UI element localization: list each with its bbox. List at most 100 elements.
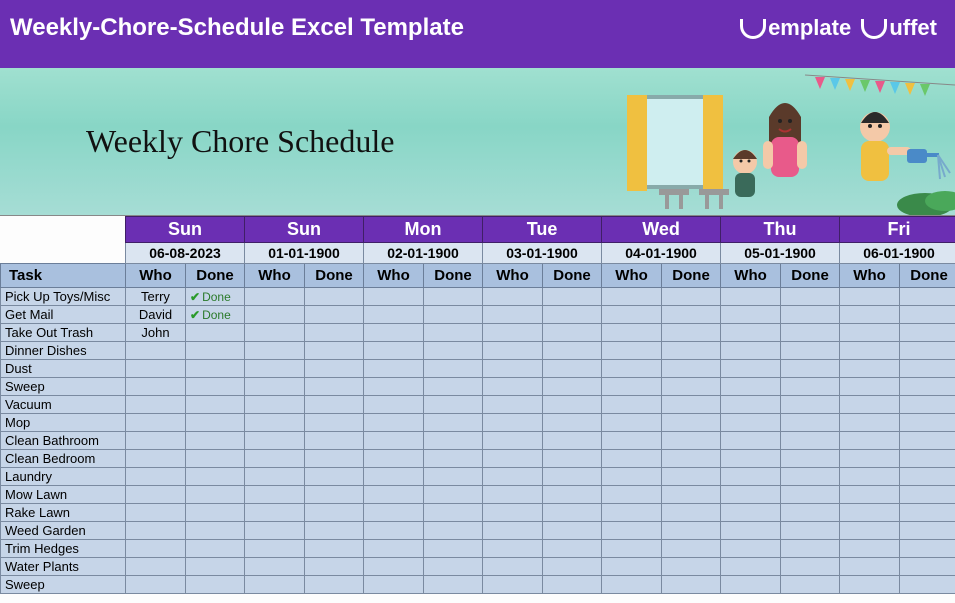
done-cell[interactable] [781, 306, 840, 324]
who-cell[interactable] [483, 342, 543, 360]
done-cell[interactable] [543, 540, 602, 558]
done-cell[interactable] [543, 522, 602, 540]
who-cell[interactable] [840, 288, 900, 306]
who-cell[interactable] [721, 288, 781, 306]
done-cell[interactable] [305, 504, 364, 522]
who-cell[interactable] [602, 288, 662, 306]
done-cell[interactable] [900, 288, 955, 306]
done-cell[interactable] [305, 414, 364, 432]
who-cell[interactable] [602, 558, 662, 576]
done-cell[interactable] [543, 360, 602, 378]
who-cell[interactable] [364, 522, 424, 540]
done-cell[interactable]: ✔Done [186, 288, 245, 306]
done-cell[interactable] [186, 486, 245, 504]
task-name-cell[interactable]: Dust [1, 360, 126, 378]
who-cell[interactable] [602, 342, 662, 360]
who-cell[interactable] [840, 396, 900, 414]
done-cell[interactable] [662, 342, 721, 360]
done-cell[interactable] [543, 486, 602, 504]
done-cell[interactable] [900, 540, 955, 558]
done-cell[interactable] [900, 468, 955, 486]
who-cell[interactable] [721, 450, 781, 468]
who-cell[interactable] [602, 576, 662, 594]
done-cell[interactable] [662, 324, 721, 342]
done-cell[interactable] [781, 288, 840, 306]
who-cell[interactable] [364, 558, 424, 576]
done-cell[interactable] [662, 288, 721, 306]
who-cell[interactable] [126, 396, 186, 414]
done-cell[interactable] [186, 378, 245, 396]
done-cell[interactable] [900, 342, 955, 360]
done-cell[interactable] [662, 522, 721, 540]
who-cell[interactable] [245, 432, 305, 450]
done-cell[interactable] [305, 432, 364, 450]
done-cell[interactable] [662, 306, 721, 324]
who-cell[interactable] [245, 414, 305, 432]
task-name-cell[interactable]: Take Out Trash [1, 324, 126, 342]
done-cell[interactable] [424, 432, 483, 450]
who-cell[interactable] [840, 342, 900, 360]
who-cell[interactable] [721, 486, 781, 504]
who-cell[interactable]: Terry [126, 288, 186, 306]
done-cell[interactable] [662, 468, 721, 486]
who-cell[interactable] [840, 306, 900, 324]
done-cell[interactable] [781, 468, 840, 486]
who-cell[interactable] [126, 360, 186, 378]
done-cell[interactable] [543, 378, 602, 396]
task-name-cell[interactable]: Rake Lawn [1, 504, 126, 522]
done-cell[interactable] [186, 558, 245, 576]
who-cell[interactable] [483, 378, 543, 396]
done-cell[interactable] [781, 504, 840, 522]
who-cell[interactable] [721, 558, 781, 576]
done-cell[interactable] [424, 414, 483, 432]
who-cell[interactable] [840, 324, 900, 342]
done-cell[interactable] [781, 558, 840, 576]
done-cell[interactable] [662, 450, 721, 468]
who-cell[interactable] [126, 414, 186, 432]
who-cell[interactable] [364, 432, 424, 450]
who-cell[interactable] [364, 504, 424, 522]
who-cell[interactable] [126, 378, 186, 396]
done-cell[interactable] [424, 324, 483, 342]
who-cell[interactable] [245, 342, 305, 360]
done-cell[interactable] [662, 540, 721, 558]
done-cell[interactable] [781, 414, 840, 432]
done-cell[interactable] [305, 324, 364, 342]
who-cell[interactable] [364, 288, 424, 306]
who-cell[interactable] [483, 360, 543, 378]
who-cell[interactable] [364, 540, 424, 558]
who-cell[interactable] [602, 324, 662, 342]
who-cell[interactable] [840, 522, 900, 540]
who-cell[interactable] [602, 378, 662, 396]
done-cell[interactable] [424, 504, 483, 522]
who-cell[interactable] [364, 324, 424, 342]
task-name-cell[interactable]: Pick Up Toys/Misc [1, 288, 126, 306]
done-cell[interactable] [305, 396, 364, 414]
who-cell[interactable] [126, 576, 186, 594]
done-cell[interactable] [781, 396, 840, 414]
done-cell[interactable] [543, 306, 602, 324]
who-cell[interactable] [126, 504, 186, 522]
who-cell[interactable] [126, 522, 186, 540]
who-cell[interactable] [483, 306, 543, 324]
done-cell[interactable]: ✔Done [186, 306, 245, 324]
who-cell[interactable] [602, 468, 662, 486]
done-cell[interactable] [186, 414, 245, 432]
who-cell[interactable] [126, 540, 186, 558]
who-cell[interactable] [364, 468, 424, 486]
done-cell[interactable] [662, 558, 721, 576]
who-cell[interactable] [245, 558, 305, 576]
who-cell[interactable] [602, 450, 662, 468]
who-cell[interactable] [126, 486, 186, 504]
who-cell[interactable] [602, 360, 662, 378]
who-cell[interactable] [245, 360, 305, 378]
done-cell[interactable] [305, 306, 364, 324]
done-cell[interactable] [781, 324, 840, 342]
who-cell[interactable] [840, 414, 900, 432]
who-cell[interactable] [602, 306, 662, 324]
who-cell[interactable] [483, 540, 543, 558]
done-cell[interactable] [900, 558, 955, 576]
done-cell[interactable] [424, 576, 483, 594]
who-cell[interactable] [840, 504, 900, 522]
task-name-cell[interactable]: Trim Hedges [1, 540, 126, 558]
